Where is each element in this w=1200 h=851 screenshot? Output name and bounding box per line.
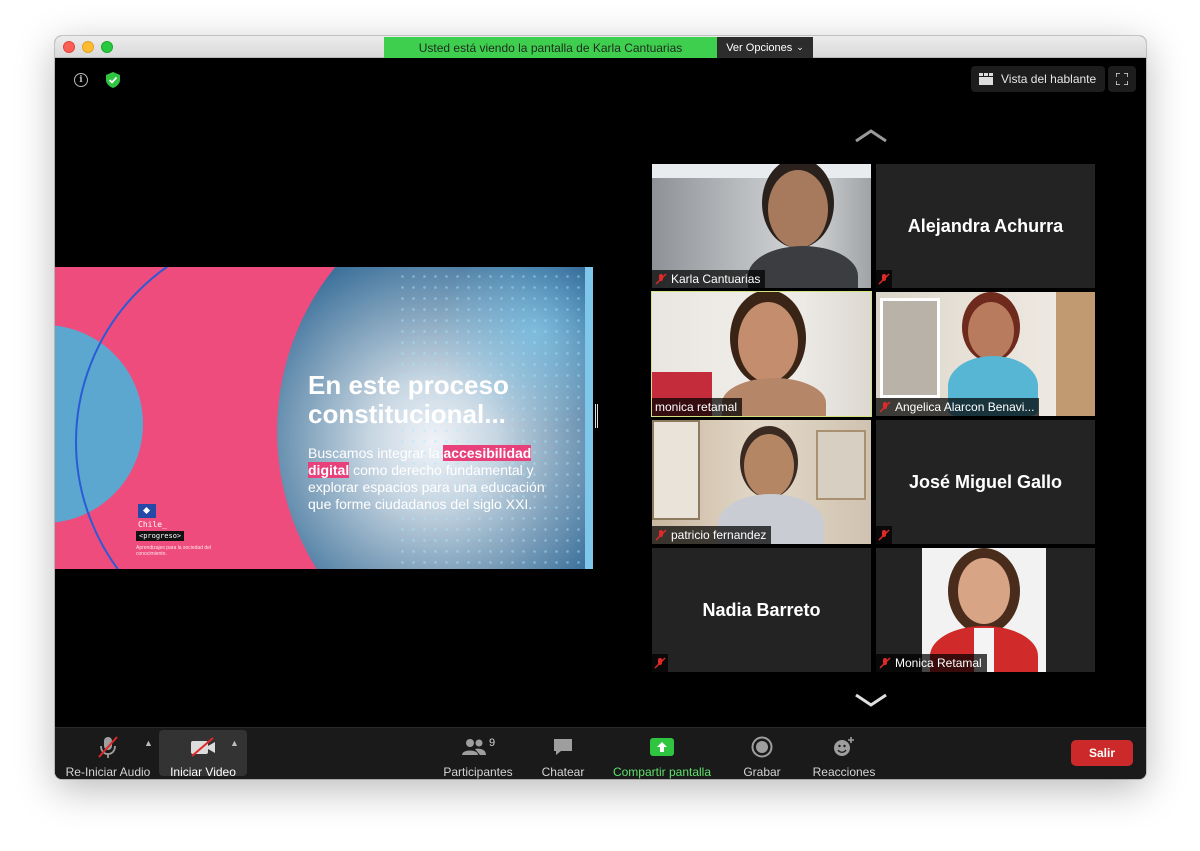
slide-highlight: accesibilidad — [443, 445, 532, 461]
participants-icon — [461, 739, 486, 755]
participant-tile[interactable]: José Miguel Gallo — [876, 420, 1095, 544]
mic-muted-icon — [655, 529, 667, 541]
audio-button[interactable]: Re-Iniciar Audio — [63, 728, 153, 779]
fullscreen-button[interactable] — [1108, 66, 1136, 92]
screen-share-banner: Usted está viendo la pantalla de Karla C… — [384, 37, 717, 58]
chevron-down-icon: ⌄ — [796, 42, 804, 52]
participant-name-label: Angelica Alarcon Benavi... — [876, 398, 1040, 416]
mic-muted-icon — [879, 657, 891, 669]
participant-name-display: José Miguel Gallo — [908, 471, 1063, 492]
share-screen-icon — [650, 738, 674, 756]
shared-screen: En este proceso constitucional... Buscam… — [55, 267, 593, 569]
record-button-label: Grabar — [743, 765, 781, 779]
participants-button-label: Participantes — [443, 765, 513, 779]
chat-bubble-icon — [554, 739, 572, 755]
shield-icon — [106, 72, 120, 88]
screen-share-banner-text: Usted está viendo la pantalla de Karla C… — [418, 40, 683, 55]
speaker-view-label: Vista del hablante — [1001, 72, 1097, 86]
video-camera-muted-icon — [191, 737, 215, 757]
participant-tile[interactable]: patricio fernandez — [652, 420, 871, 544]
close-window-button[interactable] — [63, 41, 75, 53]
logo-tagline: Aprendizajes para la sociedad del conoci… — [136, 545, 212, 557]
participant-name-display: Alejandra Achurra — [907, 215, 1064, 236]
participant-name-label — [876, 270, 892, 288]
audio-button-label: Re-Iniciar Audio — [65, 765, 151, 779]
participant-name-label — [876, 526, 892, 544]
participant-name-label: patricio fernandez — [652, 526, 772, 544]
logo-tag-text: <progreso> — [136, 531, 185, 541]
slide-body: Buscamos integrar la accesibilidad digit… — [308, 445, 545, 512]
mic-muted-icon — [654, 657, 666, 669]
participant-name-label — [652, 654, 668, 672]
fullscreen-icon — [1116, 73, 1128, 85]
leave-meeting-button[interactable]: Salir — [1071, 740, 1133, 766]
meeting-toolbar: Re-Iniciar Audio ▲ Iniciar Video ▲ 9 Par… — [55, 727, 1146, 779]
video-options-caret[interactable]: ▲ — [230, 738, 239, 748]
speaker-view-button[interactable]: Vista del hablante — [971, 66, 1105, 92]
audio-options-caret[interactable]: ▲ — [144, 738, 153, 748]
logo-text: Chile_ — [138, 520, 167, 529]
participant-tile-active-speaker[interactable]: monica retamal — [651, 291, 872, 417]
minimize-window-button[interactable] — [82, 41, 94, 53]
video-button[interactable]: Iniciar Video — [159, 728, 247, 779]
leave-button-label: Salir — [1088, 746, 1115, 760]
mic-muted-icon — [879, 401, 891, 413]
participant-tile[interactable]: Angelica Alarcon Benavi... — [876, 292, 1095, 416]
meeting-info-button[interactable]: i — [69, 68, 93, 92]
mic-muted-icon — [878, 529, 890, 541]
participant-name-display: Nadia Barreto — [702, 599, 821, 620]
participants-button[interactable]: 9 Participantes — [441, 728, 515, 779]
encryption-shield-button[interactable] — [101, 68, 125, 92]
smiley-add-icon — [834, 737, 854, 756]
slide-title: En este proceso constitucional... — [308, 370, 509, 429]
share-screen-label: Compartir pantalla — [612, 765, 712, 779]
meeting-area: i Vista del hablante En este proceso con… — [55, 58, 1146, 727]
chile-flag-logo — [138, 504, 156, 518]
participant-tile[interactable]: Monica Retamal — [876, 548, 1095, 672]
participant-name-label: monica retamal — [652, 398, 743, 416]
participant-tile[interactable]: Alejandra Achurra — [876, 164, 1095, 288]
record-button[interactable]: Grabar — [737, 728, 787, 779]
gallery-scroll-down-button[interactable] — [853, 690, 889, 710]
video-button-label: Iniciar Video — [170, 765, 236, 779]
participant-tile[interactable]: Karla Cantuarias — [652, 164, 871, 288]
mic-muted-icon — [878, 273, 890, 285]
view-options-button[interactable]: Ver Opciones ⌄ — [717, 37, 813, 58]
participant-name-label: Karla Cantuarias — [652, 270, 766, 288]
chat-button[interactable]: Chatear — [535, 728, 591, 779]
share-screen-button[interactable]: Compartir pantalla — [609, 728, 715, 779]
zoom-window: Usted está viendo la pantalla de Karla C… — [55, 36, 1146, 779]
gallery-scroll-up-button[interactable] — [853, 126, 889, 146]
slide-highlight: digital — [308, 462, 350, 478]
grid-view-icon — [979, 73, 993, 85]
title-bar: Usted está viendo la pantalla de Karla C… — [55, 36, 1146, 58]
participants-count: 9 — [488, 737, 496, 749]
mic-muted-icon — [655, 273, 667, 285]
reactions-button-label: Reacciones — [812, 765, 876, 779]
participant-tile[interactable]: Nadia Barreto — [652, 548, 871, 672]
info-icon: i — [74, 73, 88, 87]
maximize-window-button[interactable] — [101, 41, 113, 53]
split-view-handle[interactable] — [595, 404, 598, 428]
reactions-button[interactable]: Reacciones — [809, 728, 879, 779]
chat-button-label: Chatear — [541, 765, 585, 779]
record-icon — [751, 736, 773, 758]
view-options-label: Ver Opciones — [726, 41, 793, 54]
participant-name-label: Monica Retamal — [876, 654, 987, 672]
microphone-muted-icon — [98, 736, 118, 758]
